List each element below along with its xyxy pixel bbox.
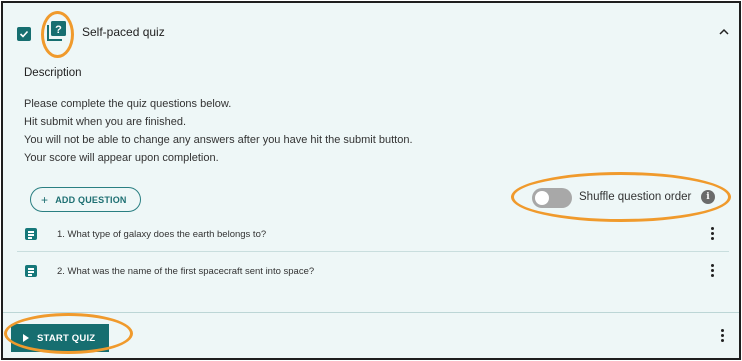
footer-divider [3, 312, 739, 313]
question-text: 1. What type of galaxy does the earth be… [57, 229, 267, 240]
description-line: Hit submit when you are finished. [24, 116, 187, 128]
description-text: Please complete the quiz questions below… [24, 95, 413, 167]
plus-icon: + [41, 192, 49, 207]
add-question-label: ADD QUESTION [55, 194, 127, 205]
shuffle-toggle[interactable] [532, 187, 572, 209]
add-question-button[interactable]: + ADD QUESTION [30, 187, 141, 212]
chevron-up-icon[interactable] [719, 28, 729, 36]
question-row[interactable]: 2. What was the name of the first spacec… [17, 253, 729, 289]
toggle-knob [535, 191, 549, 205]
question-list-icon [25, 228, 37, 240]
description-line: Your score will appear upon completion. [24, 152, 219, 164]
quiz-icon-glyph: ? [55, 24, 62, 36]
play-icon [23, 334, 29, 342]
description-heading: Description [24, 67, 82, 79]
question-mark-square-icon: ? [47, 20, 67, 42]
start-quiz-button[interactable]: START QUIZ [11, 324, 109, 352]
question-row[interactable]: 1. What type of galaxy does the earth be… [17, 216, 729, 252]
footer-more-options-icon[interactable] [721, 329, 725, 343]
checkmark-icon [19, 30, 29, 38]
question-text: 2. What was the name of the first spacec… [57, 266, 315, 277]
more-options-icon[interactable] [711, 227, 715, 241]
info-icon[interactable]: i [701, 190, 715, 204]
shuffle-label: Shuffle question order [579, 191, 692, 203]
quiz-card: ? Self-paced quiz Description Please com… [1, 1, 741, 360]
quiz-header[interactable]: ? Self-paced quiz [3, 3, 739, 61]
quiz-title: Self-paced quiz [82, 25, 165, 39]
start-quiz-label: START QUIZ [37, 332, 96, 344]
more-options-icon[interactable] [711, 264, 715, 278]
description-line: You will not be able to change any answe… [24, 134, 413, 146]
description-line: Please complete the quiz questions below… [24, 98, 232, 110]
question-list-icon [25, 265, 37, 277]
select-checkbox[interactable] [17, 27, 31, 41]
